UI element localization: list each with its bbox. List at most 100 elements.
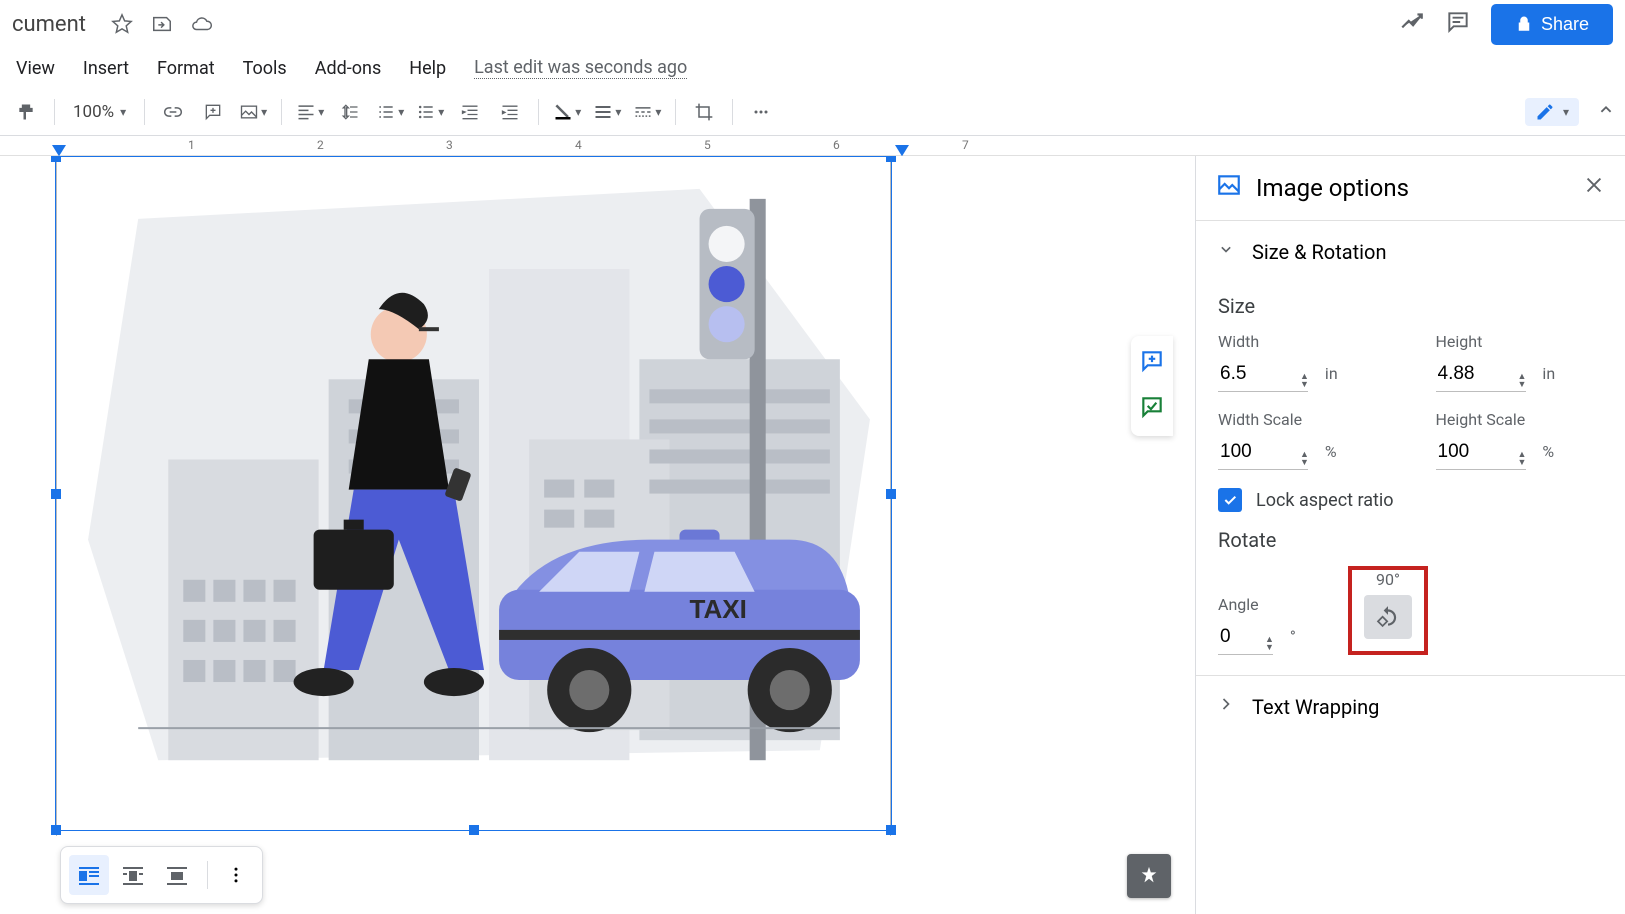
rotate-90-label: 90° [1364, 570, 1412, 589]
cloud-icon[interactable] [190, 12, 214, 36]
resize-handle[interactable] [51, 156, 61, 162]
section-label: Size & Rotation [1252, 240, 1386, 264]
ruler-num: 1 [188, 138, 195, 152]
separator [144, 99, 145, 125]
editing-mode[interactable] [1525, 98, 1579, 126]
separator [281, 99, 282, 125]
hscale-unit: % [1542, 442, 1554, 461]
resize-handle[interactable] [886, 825, 896, 835]
wrap-text-icon[interactable] [113, 855, 153, 895]
section-text-wrapping[interactable]: Text Wrapping [1196, 676, 1625, 737]
separator [538, 99, 539, 125]
height-label: Height [1436, 332, 1604, 351]
paint-format-icon[interactable] [8, 94, 44, 130]
section-size-rotation[interactable]: Size & Rotation [1196, 221, 1625, 282]
add-comment-icon[interactable] [195, 94, 231, 130]
collapse-icon[interactable] [1595, 99, 1617, 125]
menu-tools[interactable]: Tools [243, 58, 287, 79]
border-weight-icon[interactable] [589, 94, 625, 130]
indent-icon[interactable] [492, 94, 528, 130]
chevron-right-icon [1216, 694, 1236, 719]
resize-handle[interactable] [51, 489, 61, 499]
menu-view[interactable]: View [16, 58, 55, 79]
height-input[interactable] [1436, 357, 1526, 392]
ruler: 1 2 3 4 5 6 7 [0, 136, 1625, 156]
width-label: Width [1218, 332, 1386, 351]
zoom-select[interactable]: 100% [65, 102, 134, 122]
width-scale-stepper[interactable]: ▲▼ [1300, 451, 1309, 467]
width-input[interactable] [1218, 357, 1308, 392]
star-icon[interactable] [110, 12, 134, 36]
height-scale-stepper[interactable]: ▲▼ [1518, 451, 1527, 467]
rotate-heading: Rotate [1218, 528, 1603, 552]
menu-addons[interactable]: Add-ons [315, 58, 382, 79]
share-button[interactable]: Share [1491, 4, 1613, 45]
explore-button[interactable] [1127, 854, 1171, 898]
document-title[interactable]: cument [12, 12, 86, 37]
angle-unit: ° [1290, 627, 1296, 646]
width-stepper[interactable]: ▲▼ [1300, 373, 1309, 389]
width-unit: in [1325, 364, 1338, 383]
border-dash-icon[interactable] [629, 94, 665, 130]
ruler-num: 4 [575, 138, 582, 152]
height-stepper[interactable]: ▲▼ [1518, 373, 1527, 389]
resize-handle[interactable] [886, 156, 896, 162]
menu-format[interactable]: Format [157, 58, 215, 79]
close-icon[interactable] [1583, 174, 1605, 202]
resize-handle[interactable] [886, 489, 896, 499]
toolbar: 100% [0, 88, 1625, 136]
text-wrap-bar [60, 846, 263, 904]
text-color-icon[interactable] [549, 94, 585, 130]
height-scale-label: Height Scale [1436, 410, 1604, 429]
more-options-icon[interactable] [218, 857, 254, 893]
angle-label: Angle [1218, 595, 1328, 614]
menu-help[interactable]: Help [409, 58, 446, 79]
ruler-num: 7 [962, 138, 969, 152]
link-icon[interactable] [155, 94, 191, 130]
activity-icon[interactable] [1399, 9, 1425, 39]
suggest-edit-icon[interactable] [1139, 394, 1165, 424]
comments-icon[interactable] [1445, 9, 1471, 39]
wrap-break-icon[interactable] [157, 855, 197, 895]
separator [732, 99, 733, 125]
resize-handle[interactable] [51, 825, 61, 835]
menu-insert[interactable]: Insert [83, 58, 129, 79]
width-scale-input[interactable] [1218, 435, 1308, 470]
image-icon[interactable] [235, 94, 271, 130]
angle-stepper[interactable]: ▲▼ [1265, 636, 1274, 652]
crop-icon[interactable] [686, 94, 722, 130]
resize-handle[interactable] [469, 825, 479, 835]
bulleted-list-icon[interactable] [412, 94, 448, 130]
titlebar: cument Share [0, 0, 1625, 48]
outdent-icon[interactable] [452, 94, 488, 130]
menubar: View Insert Format Tools Add-ons Help La… [0, 48, 1625, 88]
panel-title: Image options [1256, 174, 1409, 202]
wscale-unit: % [1325, 442, 1337, 461]
align-icon[interactable] [292, 94, 328, 130]
rotate-90-button[interactable] [1364, 595, 1412, 639]
add-comment-icon[interactable] [1139, 348, 1165, 378]
wrap-inline-icon[interactable] [69, 855, 109, 895]
move-icon[interactable] [150, 12, 174, 36]
ruler-num: 6 [833, 138, 840, 152]
height-scale-input[interactable] [1436, 435, 1526, 470]
image-options-panel: Image options Size & Rotation Size Width [1195, 156, 1625, 914]
lock-aspect-checkbox[interactable] [1218, 488, 1242, 512]
image-icon [1216, 172, 1242, 204]
chevron-down-icon [1216, 239, 1236, 264]
separator [675, 99, 676, 125]
ruler-num: 2 [317, 138, 324, 152]
floating-tools [1131, 336, 1173, 436]
ruler-num: 5 [704, 138, 711, 152]
line-spacing-icon[interactable] [332, 94, 368, 130]
share-label: Share [1541, 14, 1589, 35]
size-heading: Size [1218, 294, 1603, 318]
width-scale-label: Width Scale [1218, 410, 1386, 429]
more-icon[interactable] [743, 94, 779, 130]
rotate-90-highlight: 90° [1348, 566, 1428, 655]
document-canvas[interactable]: TAXI [0, 156, 1195, 914]
section-label: Text Wrapping [1252, 695, 1379, 719]
numbered-list-icon[interactable] [372, 94, 408, 130]
last-edit-link[interactable]: Last edit was seconds ago [474, 57, 687, 79]
separator [207, 861, 208, 889]
